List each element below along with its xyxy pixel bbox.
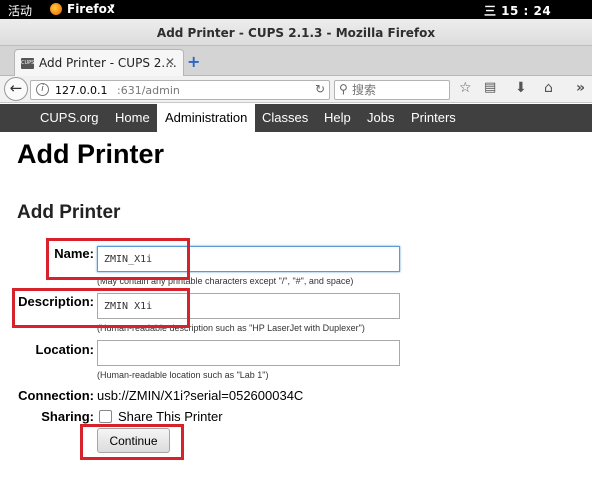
tab-label: Add Printer - CUPS 2....: [39, 56, 177, 70]
window-title-bar: Add Printer - CUPS 2.1.3 - Mozilla Firef…: [0, 19, 592, 46]
cups-nav-bar: CUPS.org Home Administration Classes Hel…: [0, 104, 592, 132]
activities-button[interactable]: 活动: [8, 2, 32, 19]
url-bar[interactable]: i 127.0.0.1 :631/admin ↻: [30, 80, 330, 100]
search-input[interactable]: [352, 82, 447, 98]
chevron-down-icon[interactable]: ▾: [110, 2, 115, 12]
location-field[interactable]: [97, 340, 400, 366]
location-label: Location:: [35, 342, 95, 357]
url-path: :631/admin: [117, 84, 180, 97]
page-title: Add Printer: [17, 139, 165, 169]
nav-administration[interactable]: Administration: [157, 104, 256, 132]
url-host: 127.0.0.1: [55, 84, 108, 97]
nav-cups-org[interactable]: CUPS.org: [32, 104, 107, 132]
continue-highlight-box: [80, 424, 184, 460]
search-bar[interactable]: ⚲: [334, 80, 450, 100]
bookmark-star-icon[interactable]: ☆: [459, 80, 472, 96]
cups-favicon-icon: CUPS: [21, 58, 34, 69]
overflow-chevron-icon[interactable]: »: [576, 80, 585, 96]
firefox-logo-icon: [50, 3, 62, 15]
close-tab-icon[interactable]: ✕: [165, 55, 175, 69]
info-icon[interactable]: i: [36, 83, 49, 96]
clock[interactable]: 三 15 : 24: [484, 2, 551, 19]
search-icon: ⚲: [339, 82, 348, 96]
window-title: Add Printer - CUPS 2.1.3 - Mozilla Firef…: [156, 26, 436, 40]
description-highlight-box: [12, 288, 190, 328]
reading-list-icon[interactable]: ▤: [484, 80, 496, 95]
app-menu-label[interactable]: Firefox: [67, 2, 115, 16]
name-highlight-box: [46, 238, 190, 280]
nav-printers[interactable]: Printers: [403, 104, 464, 132]
share-printer-checkbox[interactable]: [99, 410, 112, 423]
download-icon[interactable]: ⬇: [515, 80, 527, 96]
location-hint: (Human-readable location such as "Lab 1"…: [97, 370, 269, 380]
nav-help[interactable]: Help: [316, 104, 359, 132]
share-printer-label[interactable]: Share This Printer: [118, 409, 223, 424]
new-tab-button[interactable]: +: [187, 52, 200, 71]
connection-label: Connection:: [18, 388, 94, 403]
connection-value: usb://ZMIN/X1i?serial=052600034C: [97, 388, 304, 403]
back-arrow-icon[interactable]: ←: [4, 77, 28, 101]
tab-add-printer[interactable]: CUPS Add Printer - CUPS 2.... ✕: [14, 49, 184, 77]
os-top-bar: 活动 Firefox ▾ 三 15 : 24: [0, 0, 592, 19]
sharing-label: Sharing:: [41, 409, 94, 424]
nav-jobs[interactable]: Jobs: [359, 104, 402, 132]
nav-classes[interactable]: Classes: [254, 104, 316, 132]
navigation-toolbar: ← i 127.0.0.1 :631/admin ↻ ⚲ ☆ ▤ ⬇ ⌂ »: [0, 76, 592, 103]
nav-home[interactable]: Home: [107, 104, 158, 132]
section-title: Add Printer: [17, 202, 121, 223]
reload-icon[interactable]: ↻: [315, 82, 325, 96]
tab-strip: CUPS Add Printer - CUPS 2.... ✕ +: [0, 46, 592, 77]
home-icon[interactable]: ⌂: [544, 80, 553, 96]
